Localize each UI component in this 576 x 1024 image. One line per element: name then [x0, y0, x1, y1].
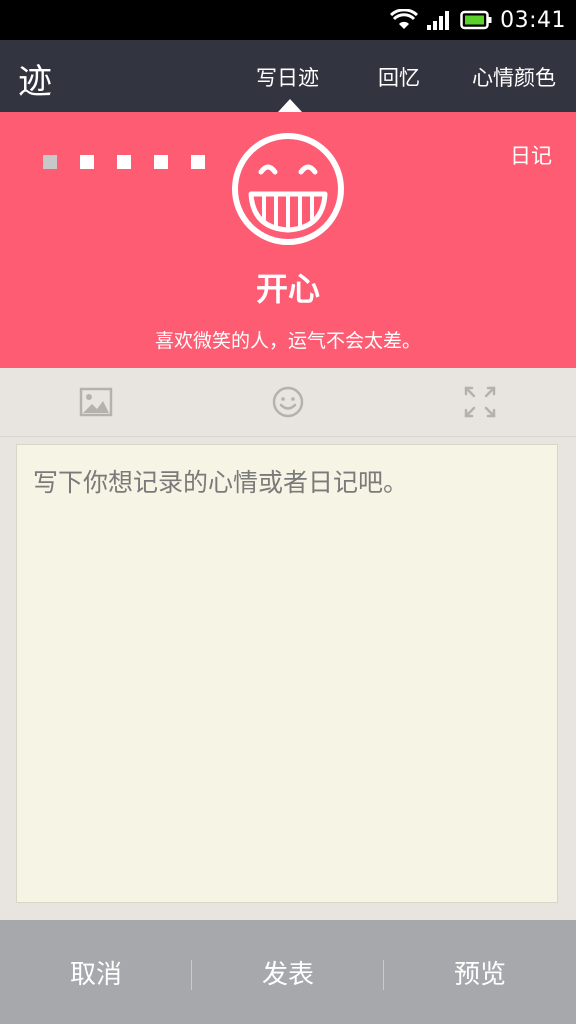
diary-editor: [16, 444, 558, 903]
page-dot-active: [43, 155, 57, 169]
editor-toolbar: [0, 368, 576, 437]
image-icon[interactable]: [78, 384, 114, 420]
tab-write-diary[interactable]: 写日迹: [256, 62, 319, 92]
app-logo: 迹: [18, 62, 52, 102]
status-time: 03:41: [500, 7, 566, 33]
battery-icon: [460, 10, 492, 30]
page-dot: [154, 155, 168, 169]
page-dot: [80, 155, 94, 169]
bottom-action-bar: 取消 发表 预览: [0, 920, 576, 1024]
page-dot: [191, 155, 205, 169]
fullscreen-icon[interactable]: [462, 384, 498, 420]
status-bar: 03:41: [0, 0, 576, 40]
wifi-icon: [390, 9, 419, 29]
signal-icon: [427, 11, 450, 30]
cancel-button[interactable]: 取消: [0, 920, 192, 1024]
preview-button[interactable]: 预览: [384, 920, 576, 1024]
publish-button[interactable]: 发表: [192, 920, 384, 1024]
page-dot: [117, 155, 131, 169]
mood-header[interactable]: 日记 开心 喜欢微笑的人，运气不会太差。: [0, 112, 576, 368]
mood-title: 开心: [255, 270, 320, 308]
tab-mood-colors[interactable]: 心情颜色: [472, 62, 556, 92]
status-icons: 03:41: [390, 0, 566, 40]
tab-memories[interactable]: 回忆: [378, 62, 420, 92]
emoji-icon[interactable]: [270, 384, 306, 420]
active-tab-indicator: [278, 99, 302, 112]
entry-type-label[interactable]: 日记: [510, 140, 552, 170]
diary-text-input[interactable]: [17, 445, 557, 902]
grin-face-icon[interactable]: [231, 132, 345, 246]
page-indicator: [43, 155, 205, 169]
mood-quote: 喜欢微笑的人，运气不会太差。: [154, 330, 421, 352]
app-bar: 迹 写日迹 回忆 心情颜色: [0, 40, 576, 112]
